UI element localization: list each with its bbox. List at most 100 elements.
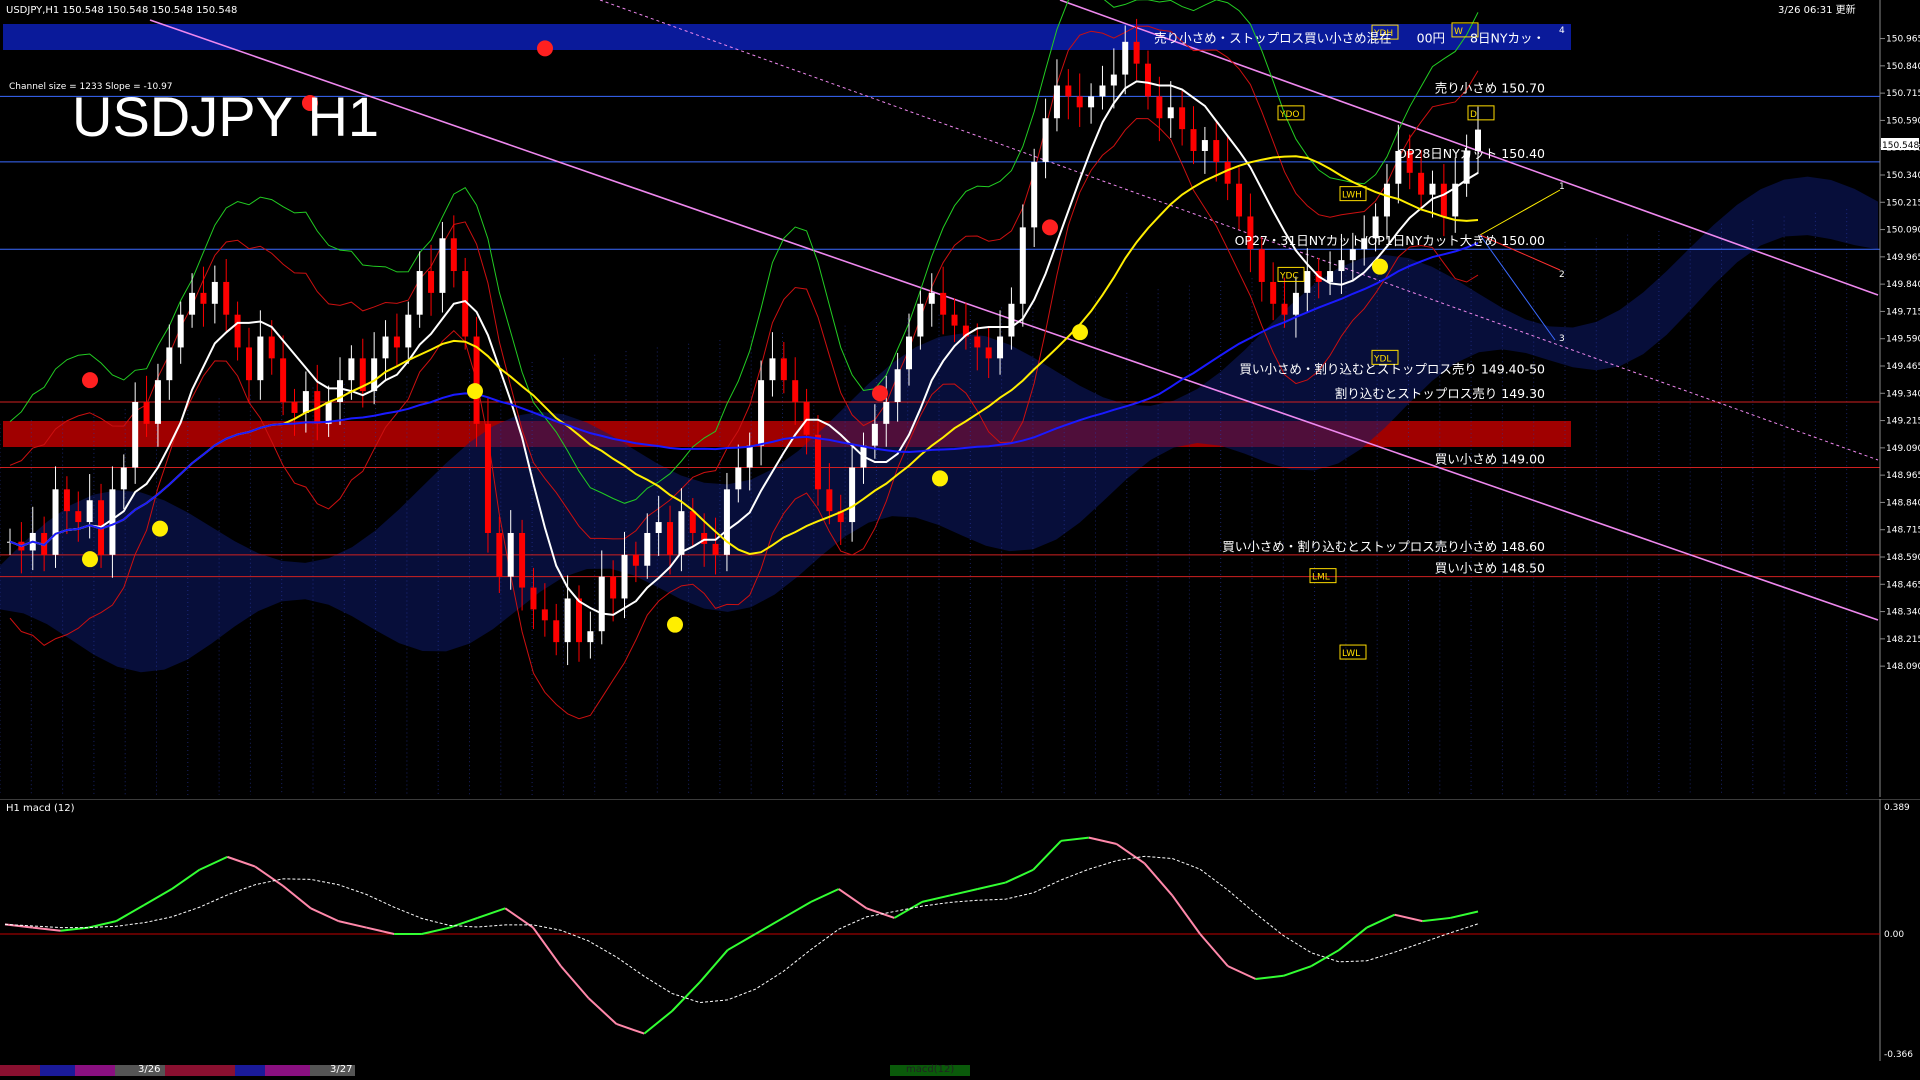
candle-body xyxy=(1133,41,1140,64)
candle-body xyxy=(1019,227,1026,304)
candle-body xyxy=(564,598,571,643)
candle-body xyxy=(826,489,833,512)
candle-body xyxy=(621,554,628,599)
candle-body xyxy=(382,336,389,359)
timeline-segment xyxy=(75,1065,115,1076)
candle-body xyxy=(758,380,765,446)
price-tick-label: 150.965 xyxy=(1886,35,1920,45)
signal-marker xyxy=(1372,258,1388,275)
candle-body xyxy=(553,620,560,643)
candle-body xyxy=(211,281,218,304)
candle-body xyxy=(712,543,719,555)
candle-body xyxy=(268,336,275,359)
timeline-segment xyxy=(0,1065,40,1076)
signal-marker xyxy=(82,551,98,568)
level-annotation-text: 売り小さめ 150.70 xyxy=(1435,80,1545,95)
level-annotation-text: 売り小さめ・ストップロス買い小さめ混在 00円 8日NYカッ・ xyxy=(1154,31,1545,46)
candle-body xyxy=(1122,41,1129,75)
price-tick-label: 148.340 xyxy=(1886,608,1920,618)
candle-body xyxy=(814,434,821,490)
candle-body xyxy=(348,358,355,381)
date-label-1: 3/26 xyxy=(138,1064,161,1075)
svg-text:2: 2 xyxy=(1559,270,1565,280)
timeline-segment xyxy=(265,1065,310,1076)
price-tick-label: 149.840 xyxy=(1886,280,1920,290)
symbol-header: USDJPY,H1 150.548 150.548 150.548 150.54… xyxy=(6,5,237,16)
svg-text:1: 1 xyxy=(1559,182,1565,192)
candle-body xyxy=(997,336,1004,359)
candle-body xyxy=(1190,129,1197,151)
price-tick-label: 149.590 xyxy=(1886,335,1920,345)
candle-body xyxy=(75,511,82,523)
price-tick-label: 149.965 xyxy=(1886,253,1920,263)
candle-body xyxy=(951,314,958,326)
candle-body xyxy=(1440,183,1447,217)
candle-body xyxy=(871,423,878,446)
price-tick-label: 148.965 xyxy=(1886,471,1920,481)
candle-body xyxy=(792,380,799,403)
candle-body xyxy=(1327,271,1334,282)
svg-text:3: 3 xyxy=(1559,334,1565,344)
candle-body xyxy=(667,522,674,555)
candle-body xyxy=(575,598,582,643)
candle-body xyxy=(143,402,150,424)
current-price-flag: 150.548 xyxy=(1881,138,1919,151)
svg-text:4: 4 xyxy=(1559,26,1565,36)
candle-body xyxy=(1236,183,1243,217)
candle-body xyxy=(928,292,935,304)
level-tag-label: LWH xyxy=(1342,191,1362,201)
candle-body xyxy=(985,347,992,359)
candle-body xyxy=(598,576,605,632)
candle-body xyxy=(769,358,776,381)
candle-body xyxy=(1008,303,1015,337)
candle-body xyxy=(405,314,412,348)
signal-marker xyxy=(1042,219,1058,236)
signal-marker xyxy=(537,40,553,57)
macd-panel[interactable]: H1 macd (12) 0.389 0.00 -0.366 xyxy=(0,799,1920,1061)
price-tick-label: 149.340 xyxy=(1886,389,1920,399)
candle-body xyxy=(63,489,70,512)
level-annotation-text: 割り込むとストップロス売り 149.30 xyxy=(1335,386,1545,401)
candle-body xyxy=(1156,96,1163,119)
signal-marker xyxy=(1072,324,1088,341)
signal-marker xyxy=(932,470,948,487)
level-tag-label: LWL xyxy=(1342,649,1360,659)
candle-body xyxy=(541,609,548,621)
candle-body xyxy=(1031,161,1038,228)
price-tick-label: 149.715 xyxy=(1886,307,1920,317)
candle-body xyxy=(496,532,503,577)
price-tick-label: 148.215 xyxy=(1886,635,1920,645)
candle-body xyxy=(371,358,378,392)
candle-body xyxy=(200,292,207,304)
timeline-bar[interactable]: 3/26 3/27 macd(12) xyxy=(0,1061,1920,1080)
candle-body xyxy=(291,402,298,413)
candle-body xyxy=(701,532,708,544)
price-tick-label: 150.715 xyxy=(1886,89,1920,99)
candle-body xyxy=(302,391,309,413)
candle-body xyxy=(906,336,913,370)
candle-body xyxy=(132,402,139,468)
price-tick-label: 148.840 xyxy=(1886,498,1920,508)
price-tick-label: 150.090 xyxy=(1886,226,1920,236)
timeline-segment xyxy=(40,1065,75,1076)
price-tick-label: 150.215 xyxy=(1886,198,1920,208)
candle-body xyxy=(109,489,116,555)
candle-body xyxy=(917,303,924,337)
candle-body xyxy=(1179,107,1186,130)
candle-body xyxy=(120,467,127,490)
candle-body xyxy=(428,271,435,293)
candle-body xyxy=(849,467,856,523)
main-chart[interactable]: YDHYDOYDCYDLLWHLWLLMLWD 売り小さめ・ストップロス買い小さ… xyxy=(0,0,1920,797)
candle-body xyxy=(1383,183,1390,217)
candle-body xyxy=(587,631,594,643)
level-annotation-text: 買い小さめ 149.00 xyxy=(1435,451,1545,466)
candle-body xyxy=(234,314,241,348)
price-tick-label: 149.465 xyxy=(1886,362,1920,372)
candle-body xyxy=(883,402,890,424)
price-tick-label: 148.090 xyxy=(1886,662,1920,672)
candle-body xyxy=(189,292,196,315)
level-annotation-text: 買い小さめ・割り込むとストップロス売り小さめ 148.60 xyxy=(1222,539,1545,554)
candle-body xyxy=(803,402,810,435)
candle-body xyxy=(154,380,161,424)
candle-body xyxy=(507,532,514,577)
